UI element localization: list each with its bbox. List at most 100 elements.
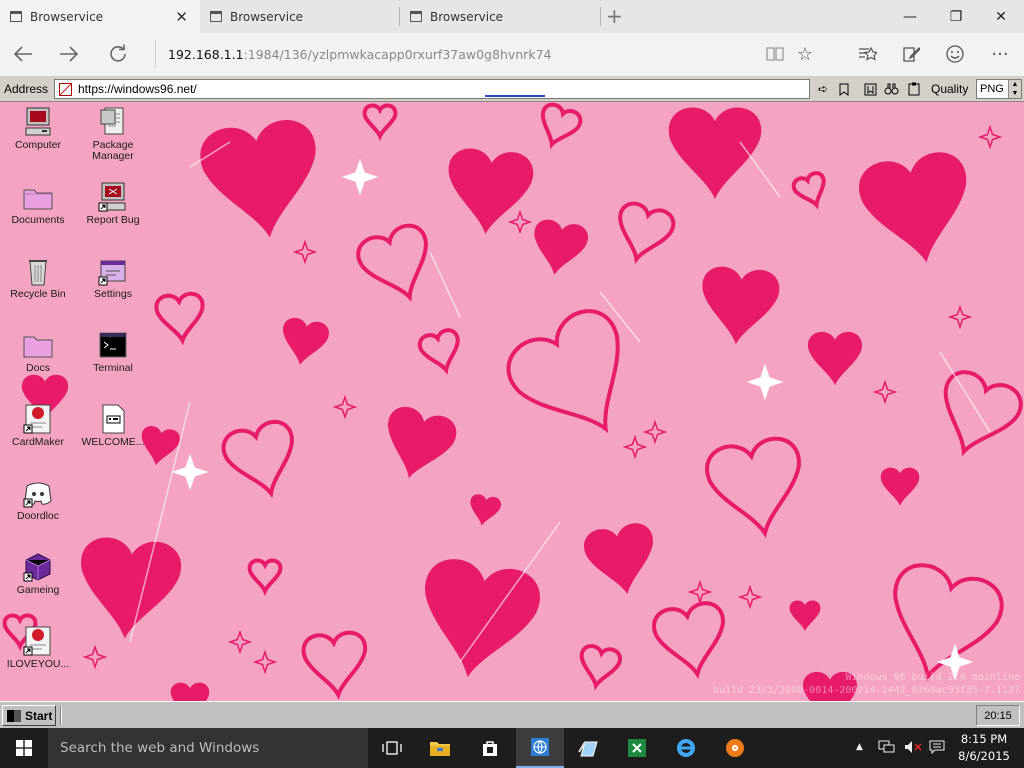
media-player-icon — [726, 739, 744, 757]
back-button[interactable] — [6, 39, 40, 69]
bookmarks-list-icon[interactable] — [861, 80, 879, 98]
desktop-icon-label: WELCOME... — [81, 436, 145, 448]
desktop-icon-docs[interactable]: Docs — [0, 329, 76, 374]
desktop-icon-gameing[interactable]: Gameing — [0, 551, 76, 596]
address-field[interactable]: https://windows96.net/ — [54, 79, 810, 99]
url-host: 192.168.1.1 — [168, 46, 244, 62]
excel-button[interactable] — [613, 728, 661, 768]
w96-start-button[interactable]: Start — [2, 705, 56, 726]
desktop-icon-welcome[interactable]: WELCOME... — [75, 403, 151, 448]
desktop-icon-doordloc[interactable]: Doordloc — [0, 477, 76, 522]
start-label: Start — [25, 708, 53, 723]
feedback-smiley-icon[interactable] — [940, 41, 970, 67]
web-note-icon[interactable] — [896, 41, 926, 67]
desktop-icon-label: Computer — [14, 139, 62, 151]
page-icon — [210, 11, 222, 22]
close-tab-icon[interactable]: ✕ — [175, 8, 188, 26]
tab-1[interactable]: Browservice ✕ — [0, 0, 200, 33]
media-app-button[interactable] — [711, 728, 759, 768]
edge-browser-button[interactable] — [516, 728, 564, 768]
network-icon[interactable] — [877, 740, 895, 758]
paint-app-button[interactable] — [564, 728, 612, 768]
hearts-wallpaper — [0, 102, 1024, 701]
watermark-line-1: Windows 96 build 2.0 mainline — [845, 672, 1020, 683]
windows96-desktop[interactable]: Computer Documents Recycle Bin Docs Card… — [0, 102, 1024, 701]
edge-globe-icon — [531, 738, 549, 756]
w96-clock-time: 20:15 — [984, 709, 1012, 722]
desktop-icon-settings[interactable]: Settings — [75, 255, 151, 300]
folder-icon — [22, 329, 54, 361]
action-center-icon[interactable] — [929, 740, 945, 758]
volume-muted-icon[interactable] — [904, 740, 922, 758]
desktop-icon-package-manager[interactable]: Package Manager — [75, 106, 151, 162]
recycle-bin-icon — [22, 255, 54, 287]
computer-icon — [22, 106, 54, 138]
hub-icon[interactable] — [852, 41, 882, 67]
insecure-lock-icon — [59, 82, 72, 96]
quality-select[interactable]: PNG ▲ ▼ — [976, 79, 1022, 99]
quality-spinner-icon[interactable]: ▲ ▼ — [1008, 80, 1021, 98]
show-hidden-icons-chevron-icon[interactable]: ▲ — [856, 742, 863, 752]
file-explorer-icon — [430, 742, 450, 756]
windows-logo-icon — [16, 740, 32, 756]
excel-icon — [628, 739, 646, 757]
tab-strip: Browservice ✕ Browservice Browservice + … — [0, 0, 1024, 33]
tab-3[interactable]: Browservice — [400, 0, 600, 33]
tab-2[interactable]: Browservice — [200, 0, 400, 33]
find-binoculars-icon[interactable] — [882, 80, 900, 98]
search-box[interactable]: Search the web and Windows — [48, 728, 368, 768]
watermark-line-2: bu11d 23/3/2000-0014-200214-1442_0260ac9… — [712, 685, 1020, 696]
desktop-icon-label: Recycle Bin — [10, 288, 66, 300]
new-tab-button[interactable]: + — [606, 4, 623, 28]
back-arrow-icon — [13, 46, 32, 62]
quality-value: PNG — [980, 83, 1004, 95]
search-placeholder: Search the web and Windows — [60, 740, 260, 756]
file-explorer-button[interactable] — [416, 728, 464, 768]
favorite-star-icon[interactable]: ☆ — [790, 41, 820, 67]
desktop-icon-label: Doordloc — [16, 510, 60, 522]
clock-date: 8/6/2015 — [958, 749, 1010, 763]
maximize-button[interactable]: ❐ — [933, 0, 979, 33]
refresh-button[interactable] — [101, 39, 135, 69]
desktop-icon-cardmaker[interactable]: CardMaker — [0, 403, 76, 448]
w96-logo-icon — [7, 709, 21, 722]
url-path: :1984/136/yzlpmwkacapp0rxurf37aw0g8hvnrk… — [243, 46, 552, 62]
forward-button[interactable] — [52, 39, 86, 69]
minimize-button[interactable]: — — [887, 0, 933, 33]
desktop-icon-report-bug[interactable]: Report Bug — [75, 181, 151, 226]
store-button[interactable] — [466, 728, 514, 768]
navigation-bar: 192.168.1.1:1984/136/yzlpmwkacapp0rxurf3… — [0, 33, 1024, 76]
url-bar[interactable]: 192.168.1.1:1984/136/yzlpmwkacapp0rxurf3… — [155, 40, 755, 68]
windows10-taskbar: Search the web and Windows ▲ 8:15 PM 8/6… — [0, 728, 1024, 768]
text-document-icon — [97, 403, 129, 435]
browservice-toolbar: Address https://windows96.net/ ➪ Quality… — [0, 76, 1024, 102]
bookmark-icon[interactable] — [835, 80, 853, 98]
paint-icon — [578, 741, 598, 757]
clipboard-icon[interactable] — [905, 80, 923, 98]
reading-view-icon[interactable] — [760, 41, 790, 67]
more-menu-icon[interactable]: ··· — [985, 41, 1015, 67]
refresh-icon — [110, 44, 126, 62]
w96-clock: 20:15 — [976, 705, 1020, 726]
desktop-icon-computer[interactable]: Computer — [0, 106, 76, 151]
tab-title: Browservice — [230, 9, 304, 24]
windows96-taskbar: Start 20:15 — [0, 701, 1024, 728]
desktop-icon-iloveyou[interactable]: ILOVEYOU... — [0, 625, 76, 670]
report-bug-icon — [97, 181, 129, 213]
go-arrow-icon[interactable]: ➪ — [814, 80, 832, 98]
cardmaker-icon — [22, 625, 54, 657]
desktop-icon-documents[interactable]: Documents — [0, 181, 76, 226]
store-bag-icon — [483, 741, 497, 756]
desktop-icon-recycle-bin[interactable]: Recycle Bin — [0, 255, 76, 300]
desktop-icon-label: Report Bug — [86, 214, 140, 226]
folder-icon — [22, 181, 54, 213]
game-cube-icon — [22, 551, 54, 583]
address-value: https://windows96.net/ — [78, 82, 197, 96]
desktop-icon-label: Documents — [11, 214, 65, 226]
system-clock[interactable]: 8:15 PM 8/6/2015 — [956, 731, 1012, 765]
desktop-icon-terminal[interactable]: Terminal — [75, 329, 151, 374]
internet-explorer-button[interactable] — [662, 728, 710, 768]
task-view-button[interactable] — [368, 728, 416, 768]
close-window-button[interactable]: ✕ — [978, 0, 1024, 33]
windows-start-button[interactable] — [0, 728, 48, 768]
